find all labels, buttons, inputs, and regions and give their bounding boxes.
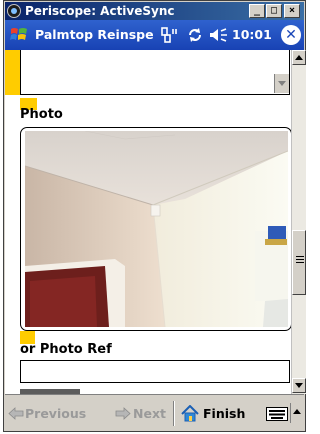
photo-ref-label: or Photo Ref bbox=[20, 342, 112, 357]
window-title-bar[interactable]: Periscope: ActiveSync _ □ × bbox=[5, 2, 304, 20]
close-icon[interactable]: ✕ bbox=[281, 25, 301, 45]
home-icon bbox=[181, 405, 199, 422]
windows-start-icon[interactable] bbox=[9, 25, 29, 45]
device-header: Palmtop Reinspe 10:01 ✕ bbox=[5, 20, 304, 50]
emulator-window: Periscope: ActiveSync _ □ × Palmtop Rein… bbox=[3, 0, 306, 432]
sync-icon[interactable] bbox=[187, 27, 203, 43]
device-app-title: Palmtop Reinspe bbox=[35, 27, 154, 42]
finish-button[interactable]: Finish bbox=[203, 395, 245, 432]
maximize-button[interactable]: □ bbox=[266, 4, 282, 18]
grip-icon bbox=[296, 256, 304, 265]
connectivity-icon[interactable] bbox=[160, 26, 180, 44]
scroll-up-button[interactable] bbox=[292, 50, 306, 65]
periscope-app-icon bbox=[7, 4, 21, 18]
photo-image bbox=[25, 131, 288, 327]
previous-field-input[interactable] bbox=[20, 50, 290, 95]
window-title: Periscope: ActiveSync bbox=[25, 4, 175, 18]
scroll-down-button[interactable] bbox=[292, 378, 306, 393]
keyboard-icon[interactable] bbox=[266, 407, 288, 421]
next-button[interactable]: Next bbox=[133, 395, 166, 432]
bottom-toolbar: Previous Next Finish bbox=[5, 394, 304, 431]
vertical-scrollbar[interactable] bbox=[291, 50, 306, 394]
photo-frame[interactable] bbox=[20, 127, 291, 331]
arrow-right-icon bbox=[115, 407, 131, 420]
toolbar-divider bbox=[173, 401, 175, 426]
photo-ref-input[interactable] bbox=[20, 360, 290, 383]
minimize-button[interactable]: _ bbox=[249, 4, 265, 18]
scroll-thumb[interactable] bbox=[292, 230, 306, 295]
previous-button[interactable]: Previous bbox=[25, 395, 86, 432]
close-window-button[interactable]: × bbox=[284, 4, 300, 18]
chevron-down-icon[interactable] bbox=[274, 74, 289, 93]
field-marker bbox=[5, 50, 20, 95]
photo-label: Photo bbox=[20, 107, 63, 122]
clock[interactable]: 10:01 bbox=[232, 20, 272, 50]
form-content: Photo or Photo Ref bbox=[5, 50, 291, 394]
arrow-left-icon bbox=[8, 407, 24, 420]
volume-icon[interactable] bbox=[208, 27, 230, 43]
input-panel-arrow[interactable] bbox=[290, 403, 302, 423]
